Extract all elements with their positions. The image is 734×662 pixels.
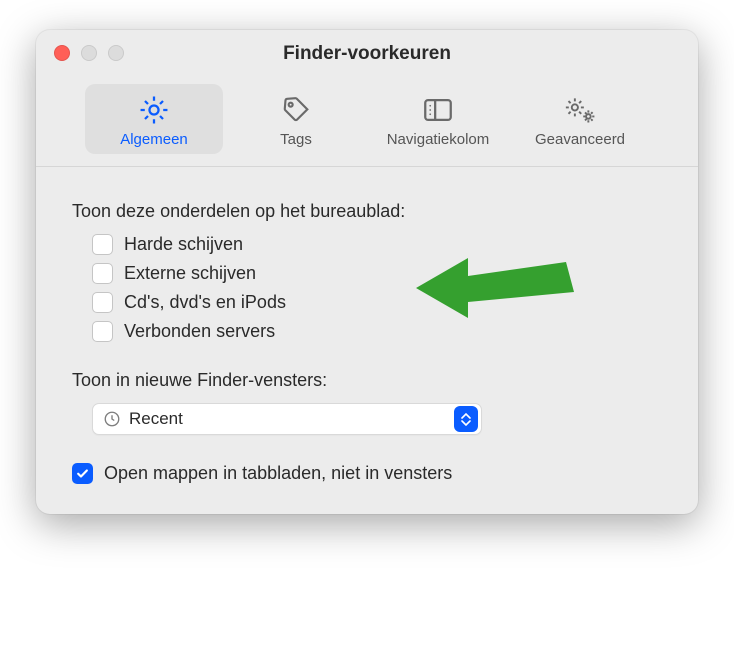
checkbox-label: Cd's, dvd's en iPods [124, 292, 286, 313]
finder-preferences-window: Finder-voorkeuren Algemeen Tags [36, 30, 698, 514]
checkbox-row-open-in-tabs: Open mappen in tabbladen, niet in venste… [72, 463, 662, 484]
new-windows-select[interactable]: Recent [92, 403, 482, 435]
gear-icon [137, 91, 171, 129]
content-pane: Toon deze onderdelen op het bureaublad: … [36, 167, 698, 514]
checkbox-servers[interactable] [92, 321, 113, 342]
checkbox-row-hard-disks: Harde schijven [92, 234, 662, 255]
checkbox-row-external-disks: Externe schijven [92, 263, 662, 284]
checkbox-optical-media[interactable] [92, 292, 113, 313]
select-value: Recent [129, 409, 454, 429]
checkbox-label: Verbonden servers [124, 321, 275, 342]
new-windows-label: Toon in nieuwe Finder-vensters: [72, 370, 662, 391]
window-title: Finder-voorkeuren [36, 43, 698, 65]
tab-label: Tags [280, 131, 312, 148]
desktop-items-list: Harde schijven Externe schijven Cd's, dv… [92, 234, 662, 342]
sidebar-icon [421, 91, 455, 129]
show-on-desktop-label: Toon deze onderdelen op het bureaublad: [72, 201, 662, 222]
checkbox-label: Open mappen in tabbladen, niet in venste… [104, 463, 452, 484]
tab-label: Navigatiekolom [387, 131, 490, 148]
tab-general[interactable]: Algemeen [85, 84, 223, 154]
chevron-up-down-icon [454, 406, 478, 432]
tab-sidebar[interactable]: Navigatiekolom [369, 84, 507, 154]
clock-icon [103, 410, 121, 428]
checkbox-label: Externe schijven [124, 263, 256, 284]
tag-icon [280, 91, 312, 129]
checkbox-row-optical-media: Cd's, dvd's en iPods [92, 292, 662, 313]
tab-label: Geavanceerd [535, 131, 625, 148]
checkbox-hard-disks[interactable] [92, 234, 113, 255]
gears-icon [562, 91, 598, 129]
titlebar[interactable]: Finder-voorkeuren [36, 30, 698, 66]
preferences-toolbar: Algemeen Tags Navigatiekolo [36, 66, 698, 167]
tab-tags[interactable]: Tags [227, 84, 365, 154]
tab-label: Algemeen [120, 131, 188, 148]
checkbox-row-servers: Verbonden servers [92, 321, 662, 342]
checkbox-open-in-tabs[interactable] [72, 463, 93, 484]
checkbox-external-disks[interactable] [92, 263, 113, 284]
tab-advanced[interactable]: Geavanceerd [511, 84, 649, 154]
checkbox-label: Harde schijven [124, 234, 243, 255]
